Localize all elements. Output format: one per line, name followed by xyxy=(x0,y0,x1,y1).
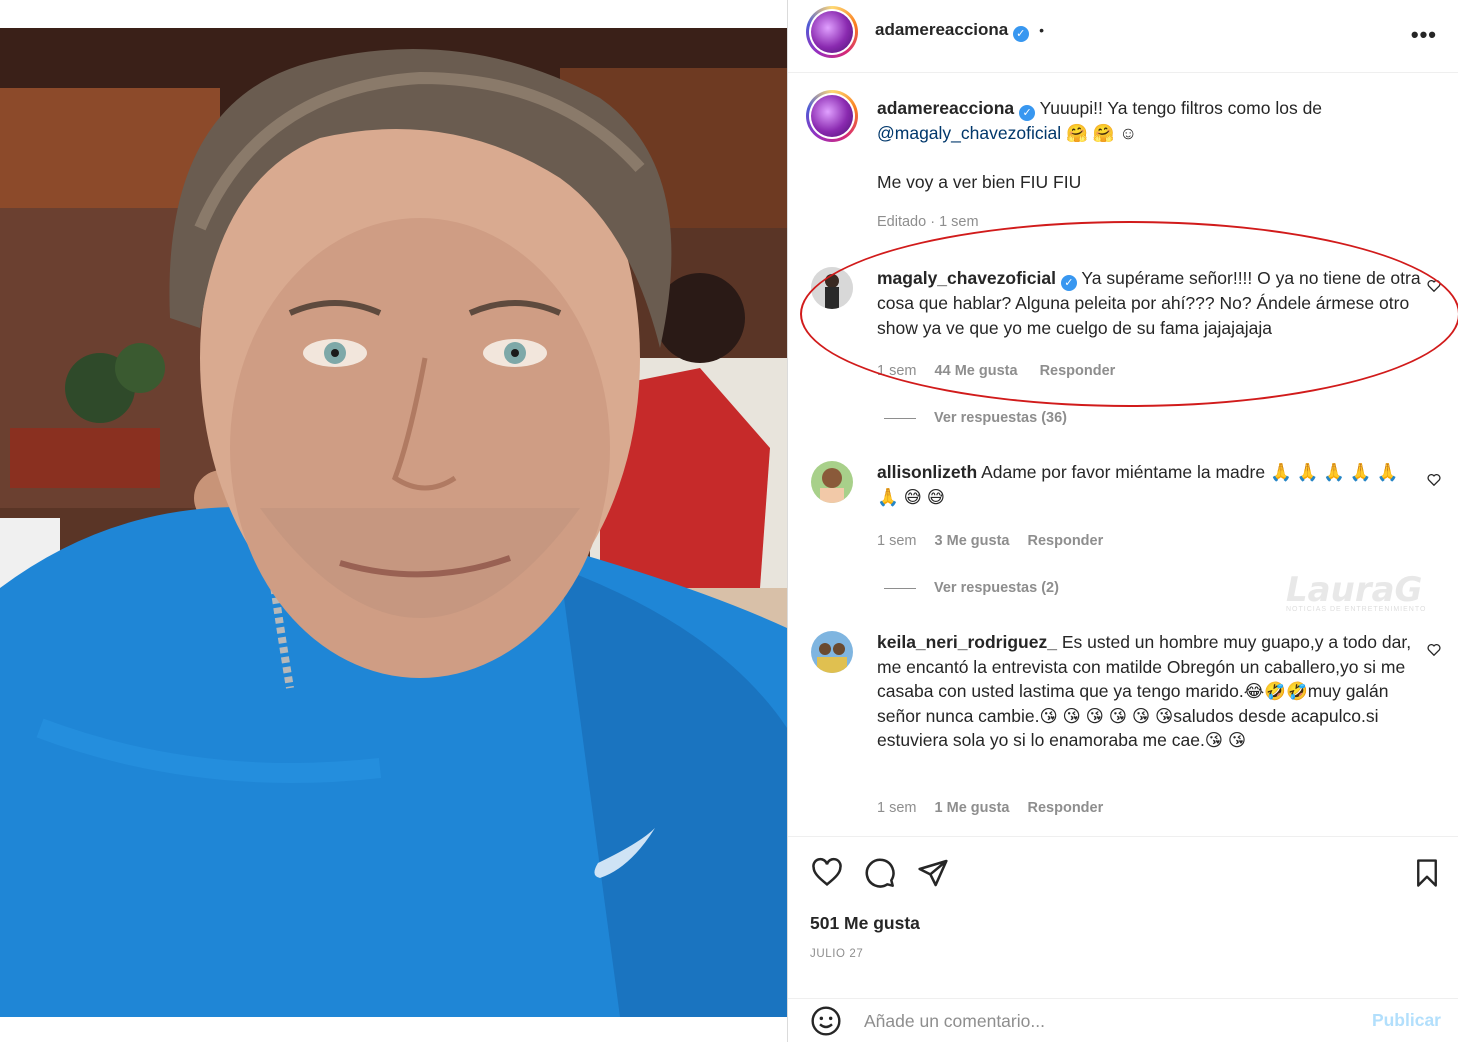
author-username[interactable]: adamereacciona xyxy=(875,20,1008,39)
emoji-icon[interactable] xyxy=(810,1005,842,1037)
comment-keila: keila_neri_rodriguez_ Es usted un hombre… xyxy=(877,630,1417,753)
verified-icon: ✓ xyxy=(1012,26,1029,42)
reply-button[interactable]: Responder xyxy=(1028,533,1104,549)
comment-allison: allisonlizeth Adame por favor miéntame l… xyxy=(877,460,1417,509)
comment-meta: 1 sem 3 Me gusta Responder xyxy=(877,533,1103,549)
caption-emoji: 🤗 🤗 ☺ xyxy=(1065,123,1138,143)
comment-icon[interactable] xyxy=(864,857,896,889)
more-options-icon[interactable]: ••• xyxy=(1411,22,1437,48)
photo-illustration xyxy=(0,28,787,1017)
comment-input[interactable] xyxy=(864,1008,1344,1034)
comment-like-heart-icon[interactable] xyxy=(1427,473,1441,487)
paper-plane-icon[interactable] xyxy=(917,857,949,889)
post-date: JULIO 27 xyxy=(810,948,864,960)
comment-username[interactable]: keila_neri_rodriguez_ xyxy=(877,632,1057,652)
comment-likes[interactable]: 1 Me gusta xyxy=(935,800,1010,816)
watermark-logo: LauraG xyxy=(1286,570,1423,610)
comment-username[interactable]: allisonlizeth xyxy=(877,462,977,482)
caption-mention[interactable]: @magaly_chavezoficial xyxy=(877,123,1061,143)
add-comment-bar: Publicar xyxy=(788,998,1458,1042)
comment-avatar-keila[interactable] xyxy=(811,631,853,673)
post-photo-area xyxy=(0,0,787,1042)
caption-avatar[interactable] xyxy=(806,90,858,142)
post-actions: 501 Me gusta JULIO 27 xyxy=(788,836,1458,998)
view-replies-button[interactable]: Ver respuestas (2) xyxy=(884,580,1059,596)
bookmark-icon[interactable] xyxy=(1412,857,1442,889)
reply-button[interactable]: Responder xyxy=(1028,800,1104,816)
likes-count[interactable]: 501 Me gusta xyxy=(810,913,920,934)
header-dot: • xyxy=(1039,22,1045,38)
post-side-panel: adamereacciona ✓ • ••• adamereacciona ✓ … xyxy=(787,0,1458,1042)
verified-icon: ✓ xyxy=(1019,105,1036,121)
caption-line-1: Yuuupi!! Ya tengo filtros como los de xyxy=(1039,98,1323,118)
caption-username[interactable]: adamereacciona xyxy=(877,98,1014,118)
caption: adamereacciona ✓ Yuuupi!! Ya tengo filtr… xyxy=(877,96,1437,195)
comment-time: 1 sem xyxy=(877,800,917,816)
comment-avatar-allison[interactable] xyxy=(811,461,853,503)
caption-line-2: Me voy a ver bien FIU FIU xyxy=(877,172,1082,192)
watermark-tagline: NOTICIAS DE ENTRETENIMIENTO xyxy=(1286,606,1427,613)
comment-likes[interactable]: 3 Me gusta xyxy=(935,533,1010,549)
header-author: adamereacciona ✓ • xyxy=(875,20,1044,42)
view-replies-button[interactable]: Ver respuestas (36) xyxy=(884,410,1067,426)
publish-button[interactable]: Publicar xyxy=(1372,1010,1441,1031)
comments-list: adamereacciona ✓ Yuuupi!! Ya tengo filtr… xyxy=(788,74,1458,836)
comment-meta: 1 sem 1 Me gusta Responder xyxy=(877,800,1103,816)
author-avatar[interactable] xyxy=(806,6,858,58)
heart-icon[interactable] xyxy=(810,857,844,889)
annotation-ellipse xyxy=(800,221,1458,407)
comment-like-heart-icon[interactable] xyxy=(1427,643,1441,657)
post-photo[interactable] xyxy=(0,28,787,1017)
caption-meta: Editado · 1 sem xyxy=(877,214,979,230)
comment-time: 1 sem xyxy=(877,533,917,549)
post-header: adamereacciona ✓ • ••• xyxy=(788,0,1458,73)
